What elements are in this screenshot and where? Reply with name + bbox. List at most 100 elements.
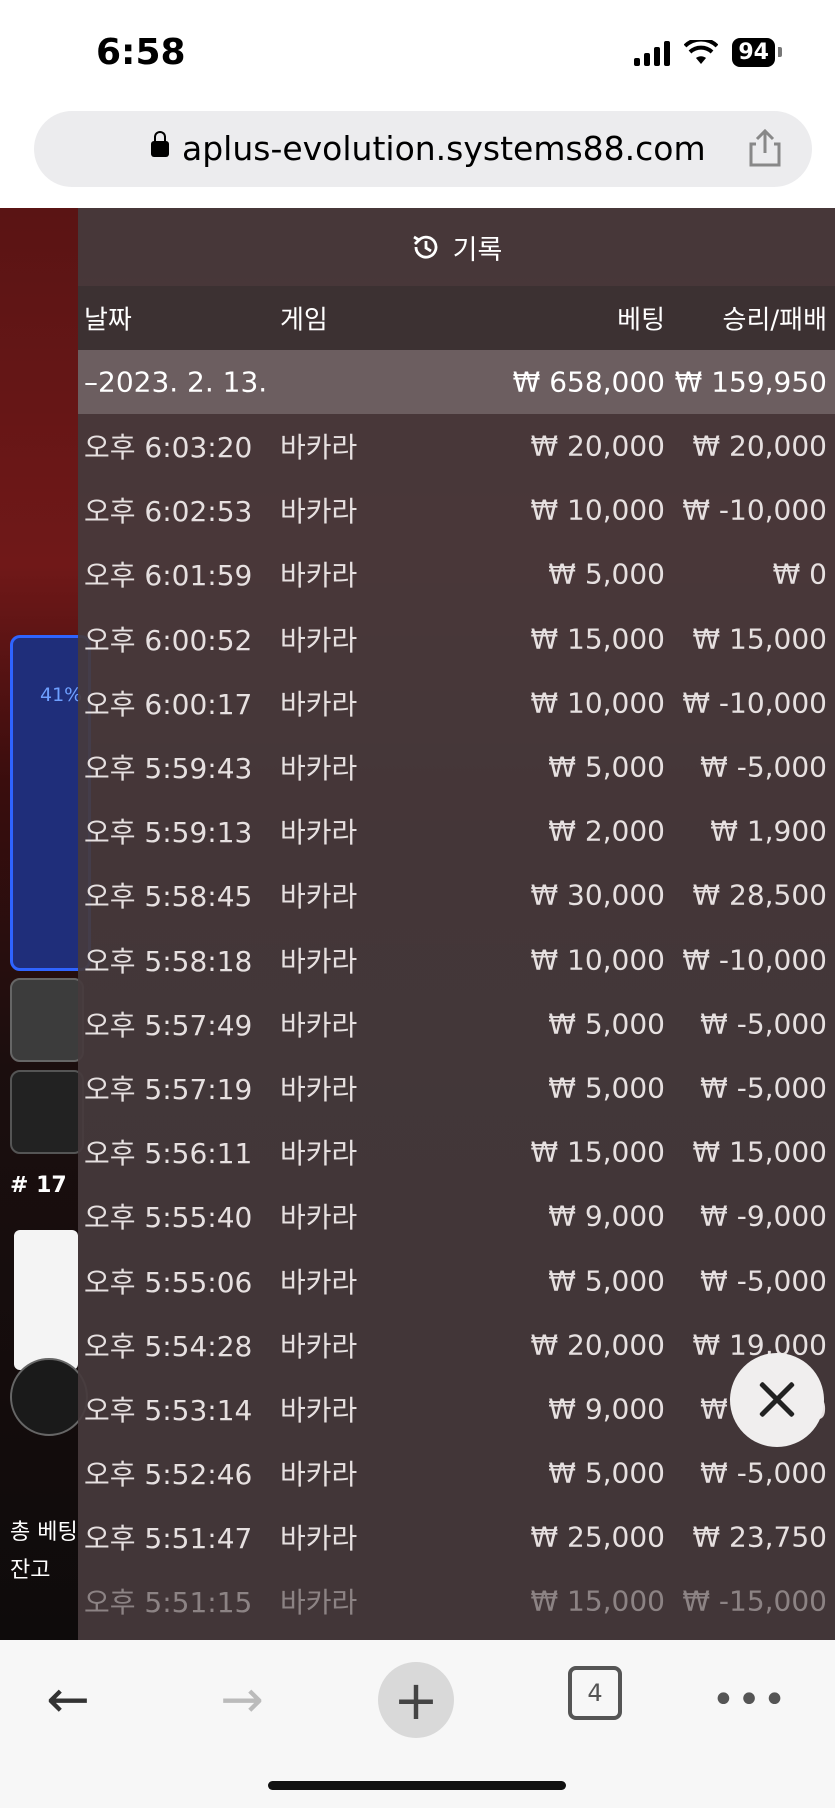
row-result: ₩ -5,000 [700, 1071, 827, 1105]
status-bar: 6:58 94 [0, 0, 835, 105]
row-bet: ₩ 10,000 [530, 686, 665, 720]
history-title: 기록 [452, 234, 503, 266]
row-bet: ₩ 5,000 [548, 1071, 665, 1105]
table-row[interactable]: 오후 5:57:19 바카라 ₩ 5,000 ₩ -5,000 [78, 1056, 835, 1120]
row-result: ₩ 15,000 [692, 1135, 827, 1169]
progress-percent: 41% [40, 684, 83, 706]
row-time: 오후 5:51:15 [84, 1586, 253, 1620]
row-time: 오후 6:01:59 [84, 559, 253, 593]
row-result: ₩ 23,750 [692, 1520, 827, 1554]
row-game: 바카라 [280, 1586, 358, 1620]
table-row[interactable]: 오후 5:58:45 바카라 ₩ 30,000 ₩ 28,500 [78, 863, 835, 927]
share-icon[interactable] [748, 129, 782, 167]
close-button[interactable] [730, 1353, 824, 1447]
row-result: ₩ 28,500 [692, 878, 827, 912]
tabs-button[interactable]: 4 [568, 1666, 622, 1720]
row-game: 바카라 [280, 623, 358, 657]
table-row[interactable]: 오후 6:00:52 바카라 ₩ 15,000 ₩ 15,000 [78, 607, 835, 671]
row-result: ₩ -5,000 [700, 1456, 827, 1490]
row-bet: ₩ 15,000 [530, 1135, 665, 1169]
row-game: 바카라 [280, 495, 358, 529]
row-game: 바카라 [280, 687, 358, 721]
row-bet: ₩ 5,000 [548, 557, 665, 591]
address-bar[interactable]: aplus-evolution.systems88.com [34, 111, 812, 187]
table-row[interactable]: 오후 5:55:40 바카라 ₩ 9,000 ₩ -9,000 [78, 1184, 835, 1248]
row-game: 바카라 [280, 1008, 358, 1042]
row-time: 오후 5:58:18 [84, 944, 253, 978]
row-game: 바카라 [280, 1265, 358, 1299]
history-rows: 오후 6:03:20 바카라 ₩ 20,000 ₩ 20,000 오후 6:02:53 바… [78, 414, 835, 1634]
chip-button[interactable] [10, 1358, 88, 1436]
row-game: 바카라 [280, 1072, 358, 1106]
table-row[interactable]: 오후 5:59:13 바카라 ₩ 2,000 ₩ 1,900 [78, 799, 835, 863]
row-time: 오후 5:55:06 [84, 1265, 253, 1299]
date-group-total-bet: ₩ 658,000 [512, 365, 665, 399]
column-date: 날짜 [84, 305, 132, 336]
table-row[interactable]: 오후 5:55:06 바카라 ₩ 5,000 ₩ -5,000 [78, 1248, 835, 1312]
table-row[interactable]: 오후 5:57:49 바카라 ₩ 5,000 ₩ -5,000 [78, 992, 835, 1056]
table-row[interactable]: 오후 6:00:17 바카라 ₩ 10,000 ₩ -10,000 [78, 671, 835, 735]
date-group-total-result: ₩ 159,950 [674, 365, 827, 399]
row-game: 바카라 [280, 559, 358, 593]
row-game: 바카라 [280, 1201, 358, 1235]
row-result: ₩ -9,000 [700, 1199, 827, 1233]
row-result: ₩ -10,000 [682, 943, 827, 977]
row-result: ₩ -10,000 [682, 686, 827, 720]
row-result: ₩ -15,000 [682, 1584, 827, 1618]
signal-icon [634, 40, 671, 66]
row-bet: ₩ 5,000 [548, 1264, 665, 1298]
row-time: 오후 6:00:17 [84, 687, 253, 721]
row-time: 오후 5:55:40 [84, 1201, 253, 1235]
table-row[interactable]: 오후 5:51:47 바카라 ₩ 25,000 ₩ 23,750 [78, 1505, 835, 1569]
table-row[interactable]: 오후 6:01:59 바카라 ₩ 5,000 ₩ 0 [78, 542, 835, 606]
table-row[interactable]: 오후 6:03:20 바카라 ₩ 20,000 ₩ 20,000 [78, 414, 835, 478]
forward-arrow-icon[interactable]: → [212, 1670, 272, 1730]
table-row[interactable]: 오후 5:54:28 바카라 ₩ 20,000 ₩ 19,000 [78, 1313, 835, 1377]
row-game: 바카라 [280, 816, 358, 850]
roadmap [14, 1230, 78, 1370]
row-bet: ₩ 10,000 [530, 943, 665, 977]
player-bonus-button[interactable] [10, 1070, 84, 1154]
row-bet: ₩ 10,000 [530, 493, 665, 527]
row-bet: ₩ 25,000 [530, 1520, 665, 1554]
back-arrow-icon[interactable]: ← [38, 1670, 98, 1730]
row-result: ₩ -5,000 [700, 1264, 827, 1298]
date-group-row[interactable]: –2023. 2. 13. ₩ 658,000 ₩ 159,950 [78, 350, 835, 414]
row-time: 오후 5:54:28 [84, 1329, 253, 1363]
table-row[interactable]: 오후 5:53:14바카라₩ 9,000₩ -9,000 [78, 1377, 835, 1441]
row-time: 오후 5:51:47 [84, 1522, 253, 1556]
row-game: 바카라 [280, 1522, 358, 1556]
row-bet: ₩ 5,000 [548, 1456, 665, 1490]
row-time: 오후 5:56:11 [84, 1137, 253, 1171]
row-bet: ₩ 9,000 [548, 1199, 665, 1233]
row-result: ₩ 0 [772, 557, 827, 591]
table-row[interactable]: 오후 5:56:11 바카라 ₩ 15,000 ₩ 15,000 [78, 1120, 835, 1184]
row-time: 오후 6:02:53 [84, 495, 253, 529]
row-bet: ₩ 5,000 [548, 750, 665, 784]
row-bet: ₩ 30,000 [530, 878, 665, 912]
table-row[interactable]: 오후 5:58:18 바카라 ₩ 10,000 ₩ -10,000 [78, 928, 835, 992]
table-row[interactable]: 오후 5:51:15 바카라 ₩ 15,000 ₩ -15,000 [78, 1569, 835, 1633]
date-group-date: –2023. 2. 13. [84, 365, 268, 399]
table-row[interactable]: 오후 6:02:53 바카라 ₩ 10,000 ₩ -10,000 [78, 478, 835, 542]
player-pair-button[interactable] [10, 978, 84, 1062]
row-game: 바카라 [280, 1329, 358, 1363]
column-win-loss: 승리/패배 [722, 305, 827, 336]
row-time: 오후 5:52:46 [84, 1458, 253, 1492]
browser-address-area: aplus-evolution.systems88.com [0, 105, 835, 208]
table-row[interactable]: 오후 5:59:43 바카라 ₩ 5,000 ₩ -5,000 [78, 735, 835, 799]
row-bet: ₩ 20,000 [530, 429, 665, 463]
table-row[interactable]: 오후 5:52:46 바카라 ₩ 5,000 ₩ -5,000 [78, 1441, 835, 1505]
row-game: 바카라 [280, 752, 358, 786]
status-icons: 94 [634, 38, 782, 67]
row-result: ₩ 1,900 [710, 814, 827, 848]
row-time: 오후 6:03:20 [84, 431, 253, 465]
home-indicator [268, 1781, 566, 1790]
row-time: 오후 6:00:52 [84, 623, 253, 657]
row-time: 오후 5:53:14 [84, 1393, 253, 1427]
row-result: ₩ 20,000 [692, 429, 827, 463]
row-result: ₩ -5,000 [700, 750, 827, 784]
more-dots-icon[interactable]: ••• [712, 1670, 787, 1730]
new-tab-plus-icon[interactable]: + [378, 1662, 454, 1738]
row-time: 오후 5:58:45 [84, 880, 253, 914]
